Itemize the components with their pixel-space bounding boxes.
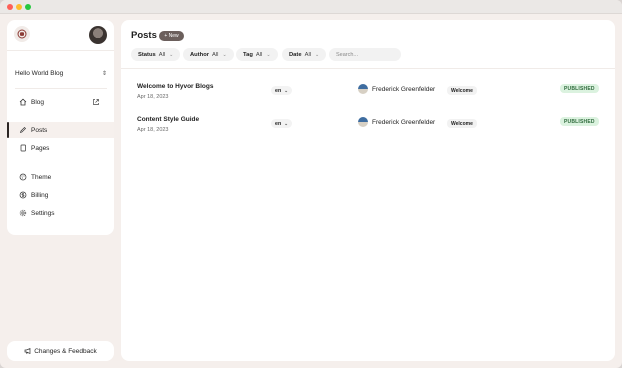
filter-value: All — [255, 51, 263, 58]
gear-icon — [18, 209, 27, 218]
filter-label: Author — [190, 51, 209, 58]
palette-icon — [18, 173, 27, 182]
post-date: Apr 18, 2023 — [137, 127, 169, 133]
sidebar-item-label: Blog — [31, 98, 45, 106]
author-avatar — [358, 84, 368, 94]
chevron-up-down-icon: ⇕ — [101, 71, 107, 77]
status-badge: PUBLISHED — [560, 84, 599, 93]
filter-label: Status — [138, 51, 156, 58]
main-panel: Posts + New Status All ⌄ Author All ⌄ Ta… — [121, 20, 615, 361]
filter-date[interactable]: Date All ⌄ — [282, 48, 327, 61]
blog-name: Hello World Blog — [15, 70, 64, 77]
chevron-down-icon: ⌄ — [284, 120, 288, 126]
dollar-icon — [18, 191, 27, 200]
language-value: en — [275, 120, 282, 127]
sidebar: Hello World Blog ⇕ Blog Posts Pages Them… — [7, 20, 114, 235]
sidebar-item-settings[interactable]: Settings — [7, 205, 114, 221]
sidebar-item-label: Billing — [31, 191, 49, 199]
status-badge: PUBLISHED — [560, 117, 599, 126]
tag-badge: Welcome — [447, 119, 477, 128]
chevron-down-icon: ⌄ — [315, 51, 320, 58]
post-author: Frederick Greenfelder — [358, 117, 435, 127]
chevron-down-icon: ⌄ — [266, 51, 271, 58]
feedback-button[interactable]: Changes & Feedback — [7, 341, 114, 361]
search-input[interactable] — [329, 48, 401, 61]
filter-value: All — [158, 51, 166, 58]
post-title[interactable]: Content Style Guide — [137, 116, 199, 123]
page-title: Posts — [131, 30, 157, 41]
sidebar-item-label: Posts — [31, 126, 48, 134]
chevron-down-icon: ⌄ — [284, 87, 288, 93]
title-bar — [0, 0, 622, 14]
sidebar-item-pages[interactable]: Pages — [7, 140, 114, 156]
filter-author[interactable]: Author All ⌄ — [183, 48, 234, 61]
megaphone-icon — [24, 347, 31, 355]
sidebar-divider — [7, 50, 114, 51]
post-row[interactable]: Content Style Guide Apr 18, 2023 en ⌄ Fr… — [121, 116, 615, 146]
sidebar-item-label: Pages — [31, 144, 50, 152]
filter-label: Tag — [243, 51, 253, 58]
new-post-button[interactable]: + New — [159, 31, 184, 41]
author-name: Frederick Greenfelder — [372, 85, 436, 93]
filter-value: All — [212, 51, 219, 58]
filter-tag[interactable]: Tag All ⌄ — [236, 48, 278, 61]
author-name: Frederick Greenfelder — [372, 118, 436, 126]
blog-switcher[interactable]: Hello World Blog ⇕ — [15, 67, 107, 80]
language-select[interactable]: en ⌄ — [271, 86, 292, 95]
post-date: Apr 18, 2023 — [137, 94, 169, 100]
tag-badge: Welcome — [447, 86, 477, 95]
feedback-label: Changes & Feedback — [34, 347, 97, 355]
language-value: en — [275, 87, 282, 94]
minimize-window-button[interactable] — [16, 4, 22, 10]
page-icon — [18, 144, 27, 153]
sidebar-item-posts[interactable]: Posts — [7, 122, 114, 138]
author-avatar — [358, 117, 368, 127]
external-link-icon[interactable] — [92, 98, 100, 106]
blog-logo[interactable] — [14, 26, 30, 42]
chevron-down-icon: ⌄ — [222, 51, 227, 58]
sidebar-divider — [15, 88, 107, 89]
app-window: Hello World Blog ⇕ Blog Posts Pages Them… — [0, 0, 622, 368]
header-divider — [121, 68, 615, 69]
sidebar-item-theme[interactable]: Theme — [7, 169, 114, 185]
sidebar-item-label: Theme — [31, 173, 52, 181]
post-author: Frederick Greenfelder — [358, 84, 435, 94]
user-avatar[interactable] — [89, 26, 107, 44]
language-select[interactable]: en ⌄ — [271, 119, 292, 128]
sidebar-item-blog[interactable]: Blog — [7, 94, 114, 110]
home-icon — [18, 98, 27, 107]
filter-status[interactable]: Status All ⌄ — [131, 48, 181, 61]
pen-icon — [18, 126, 27, 135]
chevron-down-icon: ⌄ — [169, 51, 174, 58]
filter-value: All — [304, 51, 312, 58]
post-row[interactable]: Welcome to Hyvor Blogs Apr 18, 2023 en ⌄… — [121, 83, 615, 113]
sidebar-item-billing[interactable]: Billing — [7, 187, 114, 203]
close-window-button[interactable] — [7, 4, 13, 10]
filter-label: Date — [289, 51, 302, 58]
post-title[interactable]: Welcome to Hyvor Blogs — [137, 83, 213, 90]
sidebar-item-label: Settings — [31, 209, 55, 217]
hyvor-logo-icon — [17, 29, 27, 39]
maximize-window-button[interactable] — [25, 4, 31, 10]
